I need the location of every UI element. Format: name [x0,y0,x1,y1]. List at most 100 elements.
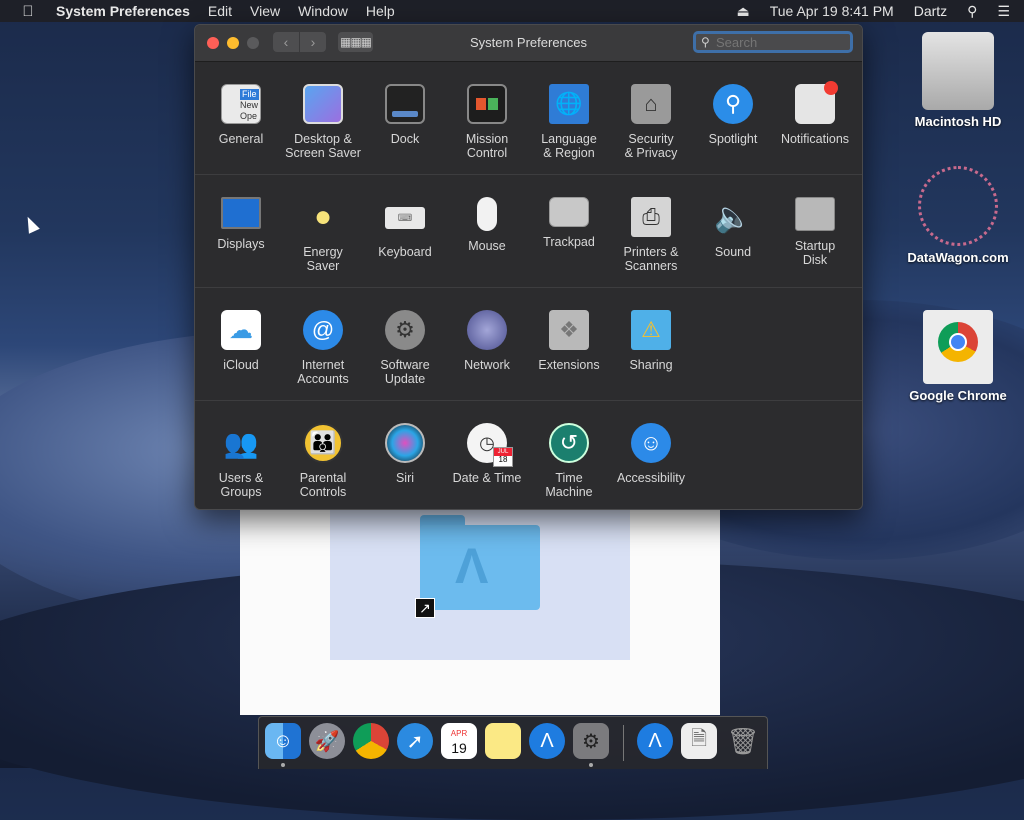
pane-sharing[interactable]: ⚠ Sharing [611,310,691,372]
pane-startup-disk[interactable]: Startup Disk [775,197,855,267]
mouse-icon [477,197,497,231]
at-sign-icon: @ [303,310,343,350]
dock-chrome-icon[interactable] [353,723,389,759]
gear-icon: ⚙ [385,310,425,350]
mouse-pointer [22,214,40,234]
system-preferences-window: ‹ › ▦▦▦ System Preferences ⚲ File New Op… [194,24,863,510]
pane-date-time[interactable]: ◷ JUL 18 Date & Time [447,423,527,485]
icloud-icon: ☁ [221,310,261,350]
dock-trash-icon[interactable]: 🗑 [725,723,761,759]
pane-accessibility[interactable]: ☺ Accessibility [611,423,691,485]
pane-parental-controls[interactable]: 👪 Parental Controls [283,423,363,499]
mission-control-icon [467,84,507,124]
desktop-screensaver-icon [303,84,343,124]
app-store-glyph-icon: Λ [455,538,489,594]
dock-finder-icon[interactable]: ☺ [265,723,301,759]
display-monitor-icon [221,197,261,229]
finder-window-background: Λ ↗ [240,490,720,715]
dock-system-preferences-icon[interactable]: ⚙ [573,723,609,759]
pane-notifications[interactable]: Notifications [775,81,855,146]
notifications-icon [795,81,838,124]
siri-icon [385,423,425,463]
pane-internet-accounts[interactable]: @ Internet Accounts [283,310,363,386]
dock-notes-icon[interactable] [485,723,521,759]
printer-icon: ⎙ [631,197,671,237]
search-input[interactable] [716,35,846,49]
pane-dock[interactable]: Dock [365,84,445,146]
dock-separator [623,725,624,761]
prefs-row-2: Displays ● Energy Saver ⌨ Keyboard Mouse… [195,175,862,288]
globe-flag-icon: 🌐 [549,84,589,124]
pane-mission-control[interactable]: Mission Control [447,84,527,160]
search-field[interactable]: ⚲ [693,31,853,53]
prefs-row-1: File New Ope General Desktop & Screen Sa… [195,62,862,175]
apple-menu-icon[interactable]:  [0,3,56,20]
pane-mouse[interactable]: Mouse [447,197,527,253]
parental-controls-icon: 👪 [303,423,343,463]
users-icon: 👥 [223,427,259,459]
menu-help[interactable]: Help [366,3,395,19]
magnifier-icon: ⚲ [713,84,753,124]
menu-app-name[interactable]: System Preferences [56,3,190,19]
dock-calendar-icon[interactable]: APR 19 [441,723,477,759]
puzzle-piece-icon: ❖ [549,310,589,350]
clock-calendar-icon: ◷ JUL 18 [467,423,513,467]
dock-documents-stack-icon[interactable]: 🗎 [681,723,717,759]
speaker-icon: 🔈 [714,200,752,234]
pane-network[interactable]: Network [447,310,527,372]
menu-window[interactable]: Window [298,3,348,19]
dock-icon [385,84,425,124]
keyboard-icon: ⌨ [385,207,425,229]
pane-energy-saver[interactable]: ● Energy Saver [283,197,363,273]
hard-drive-icon [922,32,994,110]
prefs-row-4: 👥 Users & Groups 👪 Parental Controls Sir… [195,401,862,509]
menu-view[interactable]: View [250,3,280,19]
pane-general[interactable]: File New Ope General [201,84,281,146]
general-icon: File New Ope [221,84,261,124]
desktop-icon-macintosh-hd[interactable]: Macintosh HD [903,32,1013,129]
notification-center-icon[interactable]: ☰ [997,3,1010,20]
pane-sound[interactable]: 🔈 Sound [693,197,773,260]
dock-launchpad-icon[interactable]: 🚀 [309,723,345,759]
lightbulb-icon: ● [313,200,333,233]
dock-applications-stack-icon[interactable]: Λ [637,723,673,759]
pane-extensions[interactable]: ❖ Extensions [529,310,609,372]
pane-desktop-screen-saver[interactable]: Desktop & Screen Saver [283,84,363,160]
pane-keyboard[interactable]: ⌨ Keyboard [365,197,445,259]
startup-disk-icon [795,197,835,231]
prefs-row-3: ☁ iCloud @ Internet Accounts ⚙ Software … [195,288,862,401]
applications-folder-icon[interactable]: Λ [420,515,540,610]
pane-printers-scanners[interactable]: ⎙ Printers & Scanners [611,197,691,273]
pane-users-groups[interactable]: 👥 Users & Groups [201,423,281,500]
menubar-clock[interactable]: Tue Apr 19 8:41 PM [770,3,894,19]
menubar:  System Preferences Edit View Window He… [0,0,1024,22]
pane-software-update[interactable]: ⚙ Software Update [365,310,445,386]
pane-time-machine[interactable]: ↺ Time Machine [529,423,609,499]
desktop-icon-datawagon[interactable]: DataWagon.com [903,166,1013,265]
sharing-folder-icon: ⚠ [631,310,671,350]
pane-trackpad[interactable]: Trackpad [529,197,609,249]
alias-arrow-icon: ↗ [415,598,435,618]
accessibility-icon: ☺ [631,423,671,463]
menubar-user[interactable]: Dartz [914,3,947,19]
dock-app-store-icon[interactable]: Λ [529,723,565,759]
desktop-icon-google-chrome[interactable]: Google Chrome [903,310,1013,403]
pane-icloud[interactable]: ☁ iCloud [201,310,281,372]
time-machine-icon: ↺ [549,423,589,463]
menu-edit[interactable]: Edit [208,3,232,19]
pane-security-privacy[interactable]: ⌂ Security & Privacy [611,84,691,160]
dock-safari-icon[interactable]: ➚ [397,723,433,759]
pane-displays[interactable]: Displays [201,197,281,251]
pane-siri[interactable]: Siri [365,423,445,485]
spotlight-search-icon[interactable]: ⚲ [967,3,977,20]
pane-language-region[interactable]: 🌐 Language & Region [529,84,609,160]
network-globe-icon [467,310,507,350]
chrome-dmg-icon [923,310,993,384]
datawagon-pattern-icon [918,166,998,246]
pane-spotlight[interactable]: ⚲ Spotlight [693,84,773,146]
house-lock-icon: ⌂ [631,84,671,124]
eject-icon[interactable]: ⏏ [736,3,749,20]
trackpad-icon [549,197,589,227]
titlebar: ‹ › ▦▦▦ System Preferences ⚲ [195,25,862,62]
search-icon: ⚲ [701,35,710,49]
